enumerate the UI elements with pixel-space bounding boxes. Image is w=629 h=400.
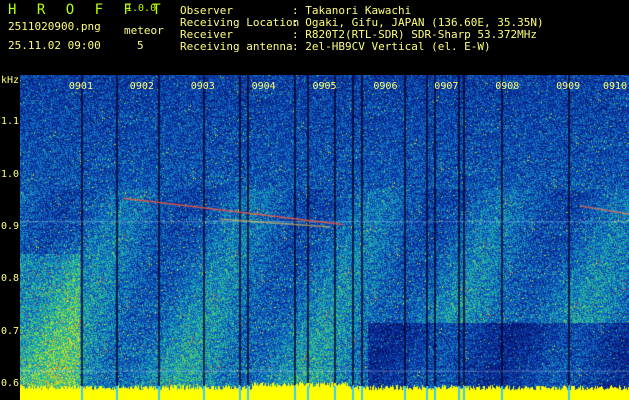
y-tick-label: 0.9 bbox=[1, 221, 20, 233]
x-tick-label: 0905 bbox=[312, 81, 337, 92]
info-key: Receiving antenna bbox=[180, 40, 293, 53]
info-value: : 2el-HB9CV Vertical (el. E-W) bbox=[292, 40, 491, 53]
y-tick-label: 0.7 bbox=[1, 325, 20, 337]
x-tick-label: 0908 bbox=[495, 81, 520, 92]
x-tick-label: 0901 bbox=[68, 81, 93, 92]
x-tick-label: 0907 bbox=[434, 81, 459, 92]
x-tick-label: 0902 bbox=[129, 81, 154, 92]
info-receiver: Receiver: R820T2(RTL-SDR) SDR-Sharp 53.3… bbox=[180, 29, 537, 40]
y-tick-label: 0.8 bbox=[1, 273, 20, 285]
y-axis-unit: kHz bbox=[1, 75, 20, 86]
file-name: 2511020900.png bbox=[8, 20, 101, 33]
info-location: Receiving Location: Ogaki, Gifu, JAPAN (… bbox=[180, 17, 544, 28]
x-tick-label: 0910 bbox=[603, 81, 628, 92]
x-tick-label: 0903 bbox=[190, 81, 215, 92]
info-key: Receiver bbox=[180, 28, 233, 41]
y-tick-label: 1.0 bbox=[1, 168, 20, 180]
info-key: Observer bbox=[180, 4, 233, 17]
app-version: 1.0.0 bbox=[126, 3, 157, 14]
x-tick-label: 0906 bbox=[373, 81, 398, 92]
file-datetime: 25.11.02 09:00 bbox=[8, 39, 101, 52]
info-observer: Observer: Takanori Kawachi bbox=[180, 5, 411, 16]
meteor-count: 5 bbox=[137, 39, 144, 52]
meteor-label: meteor bbox=[124, 24, 164, 37]
info-antenna: Receiving antenna: 2el-HB9CV Vertical (e… bbox=[180, 41, 491, 52]
spectrogram-canvas bbox=[20, 75, 629, 400]
header-panel: H R O F F T 1.0.0 2511020900.png 25.11.0… bbox=[0, 0, 629, 74]
x-tick-label: 0909 bbox=[556, 81, 581, 92]
info-key: Receiving Location bbox=[180, 16, 300, 29]
y-tick-label: 0.6 bbox=[1, 378, 20, 390]
spectrogram bbox=[20, 75, 629, 400]
x-tick-label: 0904 bbox=[251, 81, 276, 92]
y-tick-label: 1.1 bbox=[1, 116, 20, 128]
